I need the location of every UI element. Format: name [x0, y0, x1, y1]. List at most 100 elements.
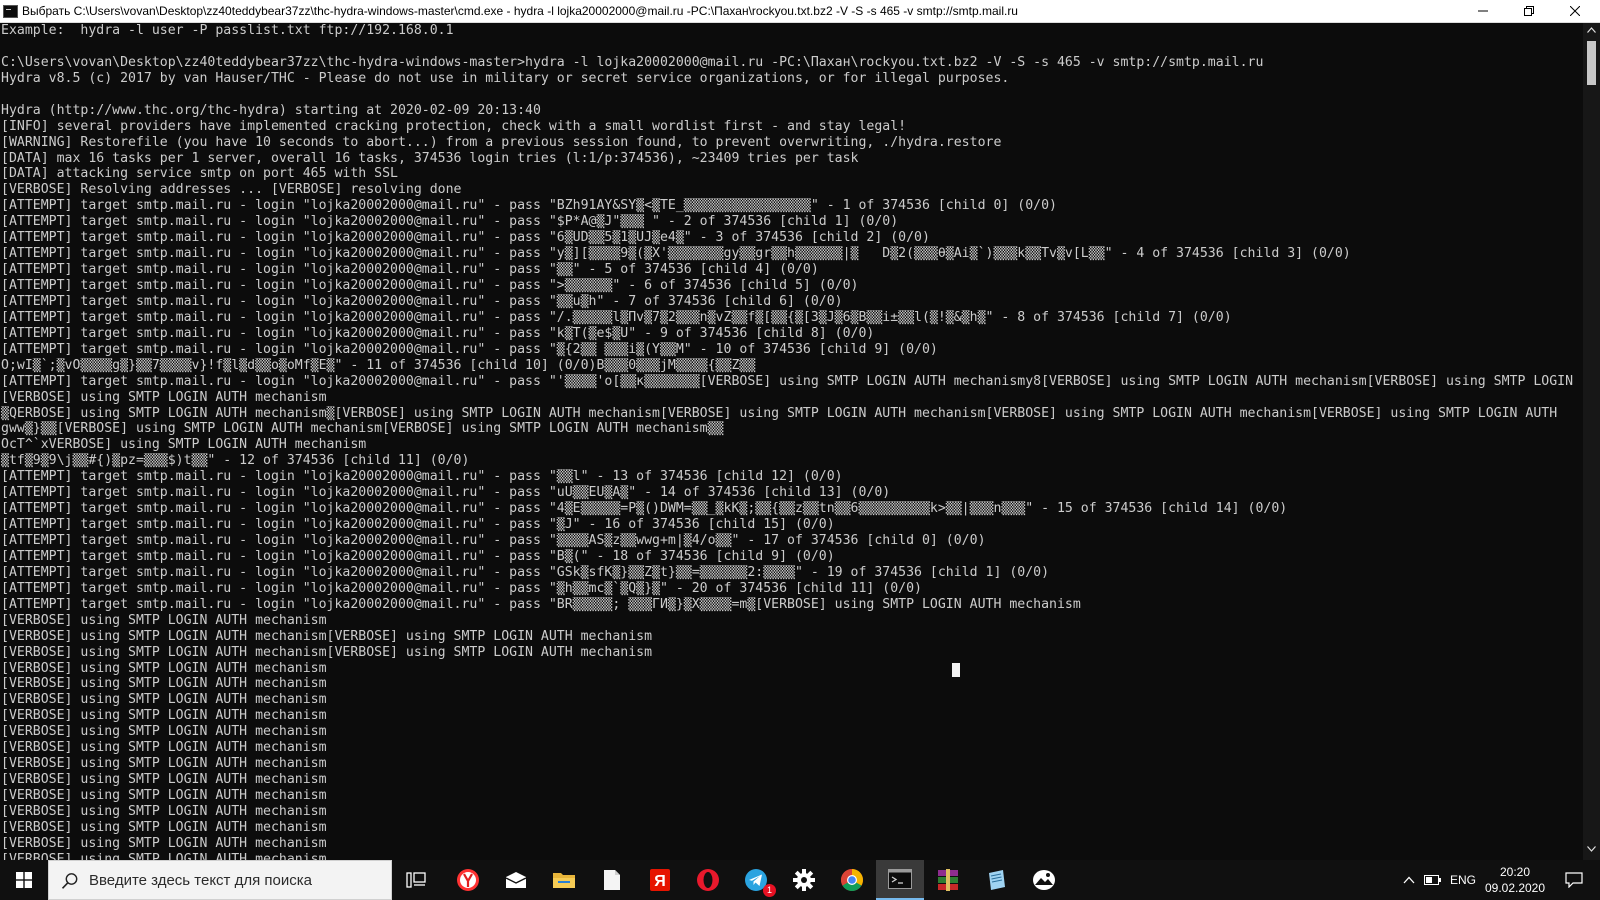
maximize-button[interactable] — [1506, 0, 1552, 22]
battery-icon — [1424, 875, 1441, 885]
console-line: [ATTEMPT] target smtp.mail.ru - login "l… — [1, 198, 1057, 214]
console-line: [VERBOSE] using SMTP LOGIN AUTH mechanis… — [1, 708, 327, 724]
console-line: [VERBOSE] using SMTP LOGIN AUTH mechanis… — [1, 644, 653, 660]
console-line: [INFO] several providers have implemente… — [1, 118, 907, 134]
tray-show-hidden[interactable] — [1398, 860, 1420, 900]
maximize-icon — [1524, 6, 1534, 16]
scroll-down-arrow-icon[interactable] — [1587, 846, 1596, 852]
console-line: [VERBOSE] using SMTP LOGIN AUTH mechanis… — [1, 628, 653, 644]
console-line: [ATTEMPT] target smtp.mail.ru - login "l… — [1, 293, 843, 309]
console-line: [ATTEMPT] target smtp.mail.ru - login "l… — [1, 469, 843, 485]
console-line: [ATTEMPT] target smtp.mail.ru - login "l… — [1, 564, 1050, 580]
console-line: [ATTEMPT] target smtp.mail.ru - login "l… — [1, 548, 835, 564]
console-line: [VERBOSE] using SMTP LOGIN AUTH mechanis… — [1, 740, 327, 756]
photos-icon — [1033, 870, 1055, 890]
console-line: [VERBOSE] using SMTP LOGIN AUTH mechanis… — [1, 660, 327, 676]
taskbar-file-explorer[interactable] — [540, 860, 588, 900]
console-line: [ATTEMPT] target smtp.mail.ru - login "l… — [1, 596, 1081, 612]
console-line: [VERBOSE] using SMTP LOGIN AUTH mechanis… — [1, 692, 327, 708]
settings-gear-icon — [793, 869, 815, 891]
svg-text:Я: Я — [654, 873, 666, 890]
console-line: [WARNING] Restorefile (you have 10 secon… — [1, 134, 1002, 150]
console-line: [ATTEMPT] target smtp.mail.ru - login "l… — [1, 230, 930, 246]
console-line: [VERBOSE] using SMTP LOGIN AUTH mechanis… — [1, 803, 327, 819]
console-line: gww▒}▒▒[VERBOSE] using SMTP LOGIN AUTH m… — [1, 421, 724, 437]
window-titlebar[interactable]: Выбрать C:\Users\vovan\Desktop\zz40teddy… — [0, 0, 1600, 23]
taskbar-task-view[interactable] — [392, 860, 440, 900]
console-line: ▒QERBOSE] using SMTP LOGIN AUTH mechanis… — [1, 405, 1558, 421]
search-icon — [61, 873, 78, 889]
notifications-icon — [1565, 872, 1583, 888]
taskbar-settings[interactable] — [780, 860, 828, 900]
minimize-icon — [1478, 10, 1488, 12]
start-button[interactable] — [0, 860, 48, 900]
taskbar: Введите здесь текст для поиска Я 1 ENG 2… — [0, 860, 1600, 900]
console-line: [VERBOSE] using SMTP LOGIN AUTH mechanis… — [1, 788, 327, 803]
language-indicator: ENG — [1449, 873, 1476, 887]
console-line: Example: hydra -l user -P passlist.txt f… — [1, 23, 454, 38]
console-line: [ATTEMPT] target smtp.mail.ru - login "l… — [1, 373, 1574, 389]
tray-notifications[interactable] — [1554, 860, 1594, 900]
text-cursor — [952, 663, 960, 677]
console-line: [VERBOSE] using SMTP LOGIN AUTH mechanis… — [1, 612, 327, 628]
taskbar-photos[interactable] — [1020, 860, 1068, 900]
console-line: [ATTEMPT] target smtp.mail.ru - login "l… — [1, 341, 938, 357]
console-line: [VERBOSE] using SMTP LOGIN AUTH mechanis… — [1, 772, 327, 788]
chevron-up-icon — [1403, 876, 1415, 884]
console-line: [VERBOSE] using SMTP LOGIN AUTH mechanis… — [1, 389, 327, 405]
console-line: OcT^`xVERBOSE] using SMTP LOGIN AUTH mec… — [1, 437, 367, 453]
cmd-icon — [3, 5, 18, 18]
minimize-button[interactable] — [1460, 0, 1506, 22]
opera-icon — [697, 869, 719, 891]
clock-time: 20:20 — [1499, 865, 1531, 879]
console-line: [VERBOSE] using SMTP LOGIN AUTH mechanis… — [1, 756, 327, 772]
close-button[interactable] — [1552, 0, 1598, 22]
console-line: [ATTEMPT] target smtp.mail.ru - login "l… — [1, 325, 875, 341]
taskbar-winrar[interactable] — [924, 860, 972, 900]
telegram-badge: 1 — [763, 884, 776, 897]
tray-clock[interactable]: 20:20 09.02.2020 — [1482, 864, 1548, 896]
taskbar-opera[interactable] — [684, 860, 732, 900]
console-line: [ATTEMPT] target smtp.mail.ru - login "l… — [1, 501, 1288, 517]
taskbar-cmd[interactable] — [876, 860, 924, 900]
console-line: [VERBOSE] using SMTP LOGIN AUTH mechanis… — [1, 676, 327, 692]
tray-battery[interactable] — [1420, 860, 1446, 900]
cmd-icon — [888, 869, 912, 889]
console-line: [ATTEMPT] target smtp.mail.ru - login "l… — [1, 246, 1351, 262]
console-line: [DATA] attacking service smtp on port 46… — [1, 166, 398, 182]
console-output[interactable]: Example: hydra -l user -P passlist.txt f… — [0, 23, 1583, 860]
yandex-icon: Я — [650, 869, 670, 891]
taskbar-yandex-browser[interactable] — [444, 860, 492, 900]
console-lines: Example: hydra -l user -P passlist.txt f… — [1, 23, 1581, 860]
vertical-scrollbar[interactable] — [1583, 23, 1600, 860]
console-line: Hydra v8.5 (c) 2017 by van Hauser/THC - … — [1, 70, 1010, 86]
file-explorer-icon — [553, 873, 575, 888]
console-line: ▒tf▒9▒9\j▒▒#{)▒pz=▒▒▒$)t▒▒" - 12 of 3745… — [1, 453, 470, 469]
scrollbar-thumb[interactable] — [1587, 41, 1596, 85]
close-icon — [1570, 6, 1580, 16]
taskbar-chrome[interactable] — [828, 860, 876, 900]
document-icon — [604, 870, 620, 890]
window-title: Выбрать C:\Users\vovan\Desktop\zz40teddy… — [22, 4, 1018, 18]
console-line: C:\Users\vovan\Desktop\zz40teddybear37zz… — [1, 54, 1264, 70]
taskbar-notepad[interactable] — [972, 860, 1020, 900]
taskbar-document[interactable] — [588, 860, 636, 900]
tray-language[interactable]: ENG — [1448, 860, 1478, 900]
taskbar-mail[interactable] — [492, 860, 540, 900]
taskbar-yandex[interactable]: Я — [636, 860, 684, 900]
console-line: Hydra (http://www.thc.org/thc-hydra) sta… — [1, 102, 541, 118]
console-line: [VERBOSE] Resolving addresses ... [VERBO… — [1, 182, 462, 198]
taskbar-search-box[interactable]: Введите здесь текст для поиска — [48, 860, 392, 900]
console-line: [VERBOSE] using SMTP LOGIN AUTH mechanis… — [1, 819, 327, 835]
windows-logo-icon — [16, 872, 32, 888]
console-line: O;wI▒`;▒vO▒▒▒▒g▒}▒▒7▒▒▒▒v}!f▒l▒d▒▒o▒oMf▒… — [1, 357, 756, 373]
console-line: [ATTEMPT] target smtp.mail.ru - login "l… — [1, 214, 899, 230]
console-line: [ATTEMPT] target smtp.mail.ru - login "l… — [1, 309, 1232, 325]
winrar-icon — [938, 869, 958, 891]
console-line: [DATA] max 16 tasks per 1 server, overal… — [1, 150, 859, 166]
mail-icon — [505, 872, 527, 888]
taskbar-telegram[interactable]: 1 — [732, 860, 780, 900]
scroll-up-arrow-icon[interactable] — [1587, 27, 1596, 33]
notepad-icon — [989, 870, 1005, 890]
